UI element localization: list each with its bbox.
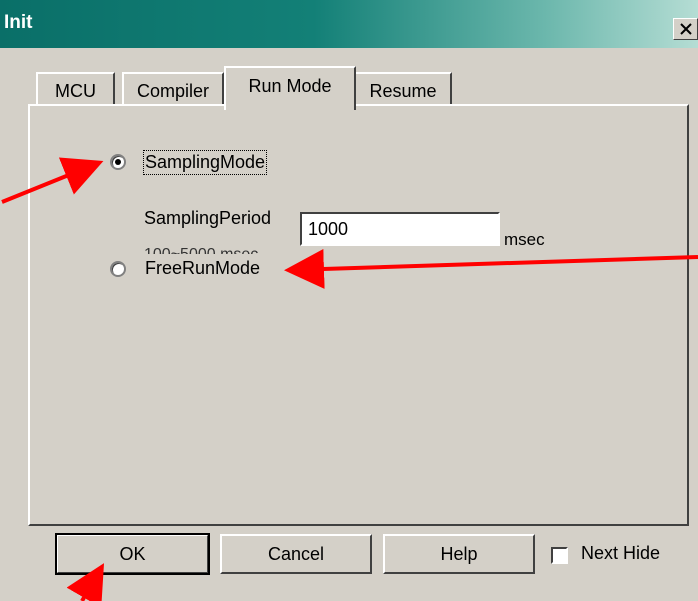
sampling-mode-label[interactable]: SamplingMode xyxy=(142,150,268,175)
window-title: Init xyxy=(4,12,33,33)
close-icon xyxy=(680,23,692,35)
tab-mcu[interactable]: MCU xyxy=(36,72,115,106)
sampling-period-range-hint: 100~5000 msec xyxy=(144,247,308,254)
ok-button[interactable]: OK xyxy=(55,533,210,575)
screenshot-root: Init MCU Compiler Run Mode Resume Sampli… xyxy=(0,0,698,601)
tab-compiler[interactable]: Compiler xyxy=(122,72,224,106)
sampling-period-label: SamplingPeriod xyxy=(144,208,272,228)
help-button[interactable]: Help xyxy=(383,534,535,574)
sampling-mode-radio[interactable] xyxy=(110,154,126,170)
free-run-mode-radio[interactable] xyxy=(110,261,126,277)
tab-run-mode[interactable]: Run Mode xyxy=(224,66,356,110)
close-button[interactable] xyxy=(673,18,698,40)
tab-resume-label: Resume xyxy=(369,81,437,101)
cancel-button[interactable]: Cancel xyxy=(220,534,372,574)
next-hide-checkbox[interactable] xyxy=(551,547,568,564)
radio-selected-dot xyxy=(115,159,121,165)
tab-run-mode-label: Run Mode xyxy=(248,76,332,96)
tab-mcu-label: MCU xyxy=(55,81,96,101)
next-hide-label[interactable]: Next Hide xyxy=(581,543,660,564)
tab-compiler-label: Compiler xyxy=(136,81,210,101)
sampling-period-input[interactable] xyxy=(300,212,500,246)
title-bar: Init xyxy=(0,0,698,48)
tab-resume[interactable]: Resume xyxy=(356,72,452,106)
sampling-period-unit: msec xyxy=(504,230,545,249)
free-run-mode-label[interactable]: FreeRunMode xyxy=(145,258,260,279)
run-mode-panel xyxy=(28,104,689,526)
init-dialog: Init MCU Compiler Run Mode Resume Sampli… xyxy=(0,0,698,601)
